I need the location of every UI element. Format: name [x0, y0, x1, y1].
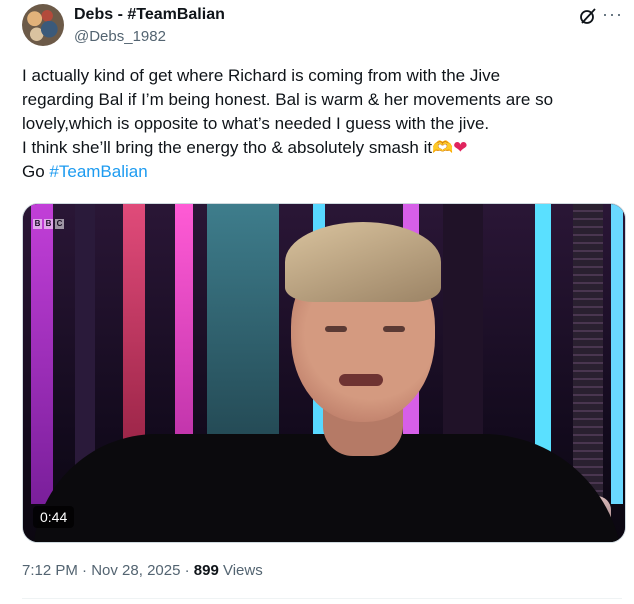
tweet-line: I actually kind of get where Richard is …	[22, 66, 501, 85]
author-handle[interactable]: @Debs_1982	[74, 28, 166, 45]
author-display-name[interactable]: Debs - #TeamBalian	[74, 6, 225, 24]
stage-light	[611, 204, 623, 504]
tweet-date[interactable]: Nov 28, 2025	[91, 562, 180, 579]
video-duration: 0:44	[33, 506, 75, 528]
video-player[interactable]: B B C 0:44	[22, 203, 626, 543]
presenter-hair	[285, 222, 441, 302]
avatar[interactable]	[22, 4, 64, 46]
bbc-logo-letter: B	[33, 219, 42, 229]
stage-panel	[573, 204, 603, 504]
bbc-logo: B B C	[33, 219, 64, 229]
tweet-line: lovely,which is opposite to what’s neede…	[22, 114, 490, 133]
heart-hands-emoji: 🫶	[432, 138, 454, 157]
presenter-shirt	[33, 434, 623, 542]
tweet: Debs - #TeamBalian @Debs_1982 ··· I actu…	[0, 0, 634, 604]
more-options-icon[interactable]: ···	[602, 4, 623, 25]
presenter-mouth	[339, 374, 383, 386]
bbc-logo-letter: B	[44, 219, 53, 229]
tweet-line-text: I think she’ll bring the energy tho & ab…	[22, 138, 433, 157]
tweet-line: regarding Bal if I’m being honest. Bal i…	[22, 90, 554, 109]
bbc-logo-letter: C	[55, 219, 64, 229]
tweet-text: I actually kind of get where Richard is …	[22, 64, 622, 184]
tweet-time[interactable]: 7:12 PM	[22, 562, 78, 579]
presenter-eye	[383, 326, 405, 332]
hashtag-link[interactable]: #TeamBalian	[49, 162, 147, 181]
presenter-eye	[325, 326, 347, 332]
divider	[22, 598, 622, 599]
grok-icon[interactable]	[578, 6, 598, 26]
stage-light	[31, 204, 53, 504]
tweet-line: I think she’ll bring the energy tho & ab…	[22, 136, 622, 160]
tweet-meta: 7:12 PM · Nov 28, 2025 · 899 Views	[22, 562, 263, 579]
go-text: Go	[22, 162, 50, 181]
views-label: Views	[218, 562, 263, 579]
meta-separator: ·	[77, 562, 92, 579]
meta-separator: ·	[180, 562, 194, 579]
red-heart-emoji: ❤	[453, 138, 468, 157]
tweet-line: Go #TeamBalian	[22, 160, 622, 184]
views-count[interactable]: 899	[194, 562, 219, 579]
